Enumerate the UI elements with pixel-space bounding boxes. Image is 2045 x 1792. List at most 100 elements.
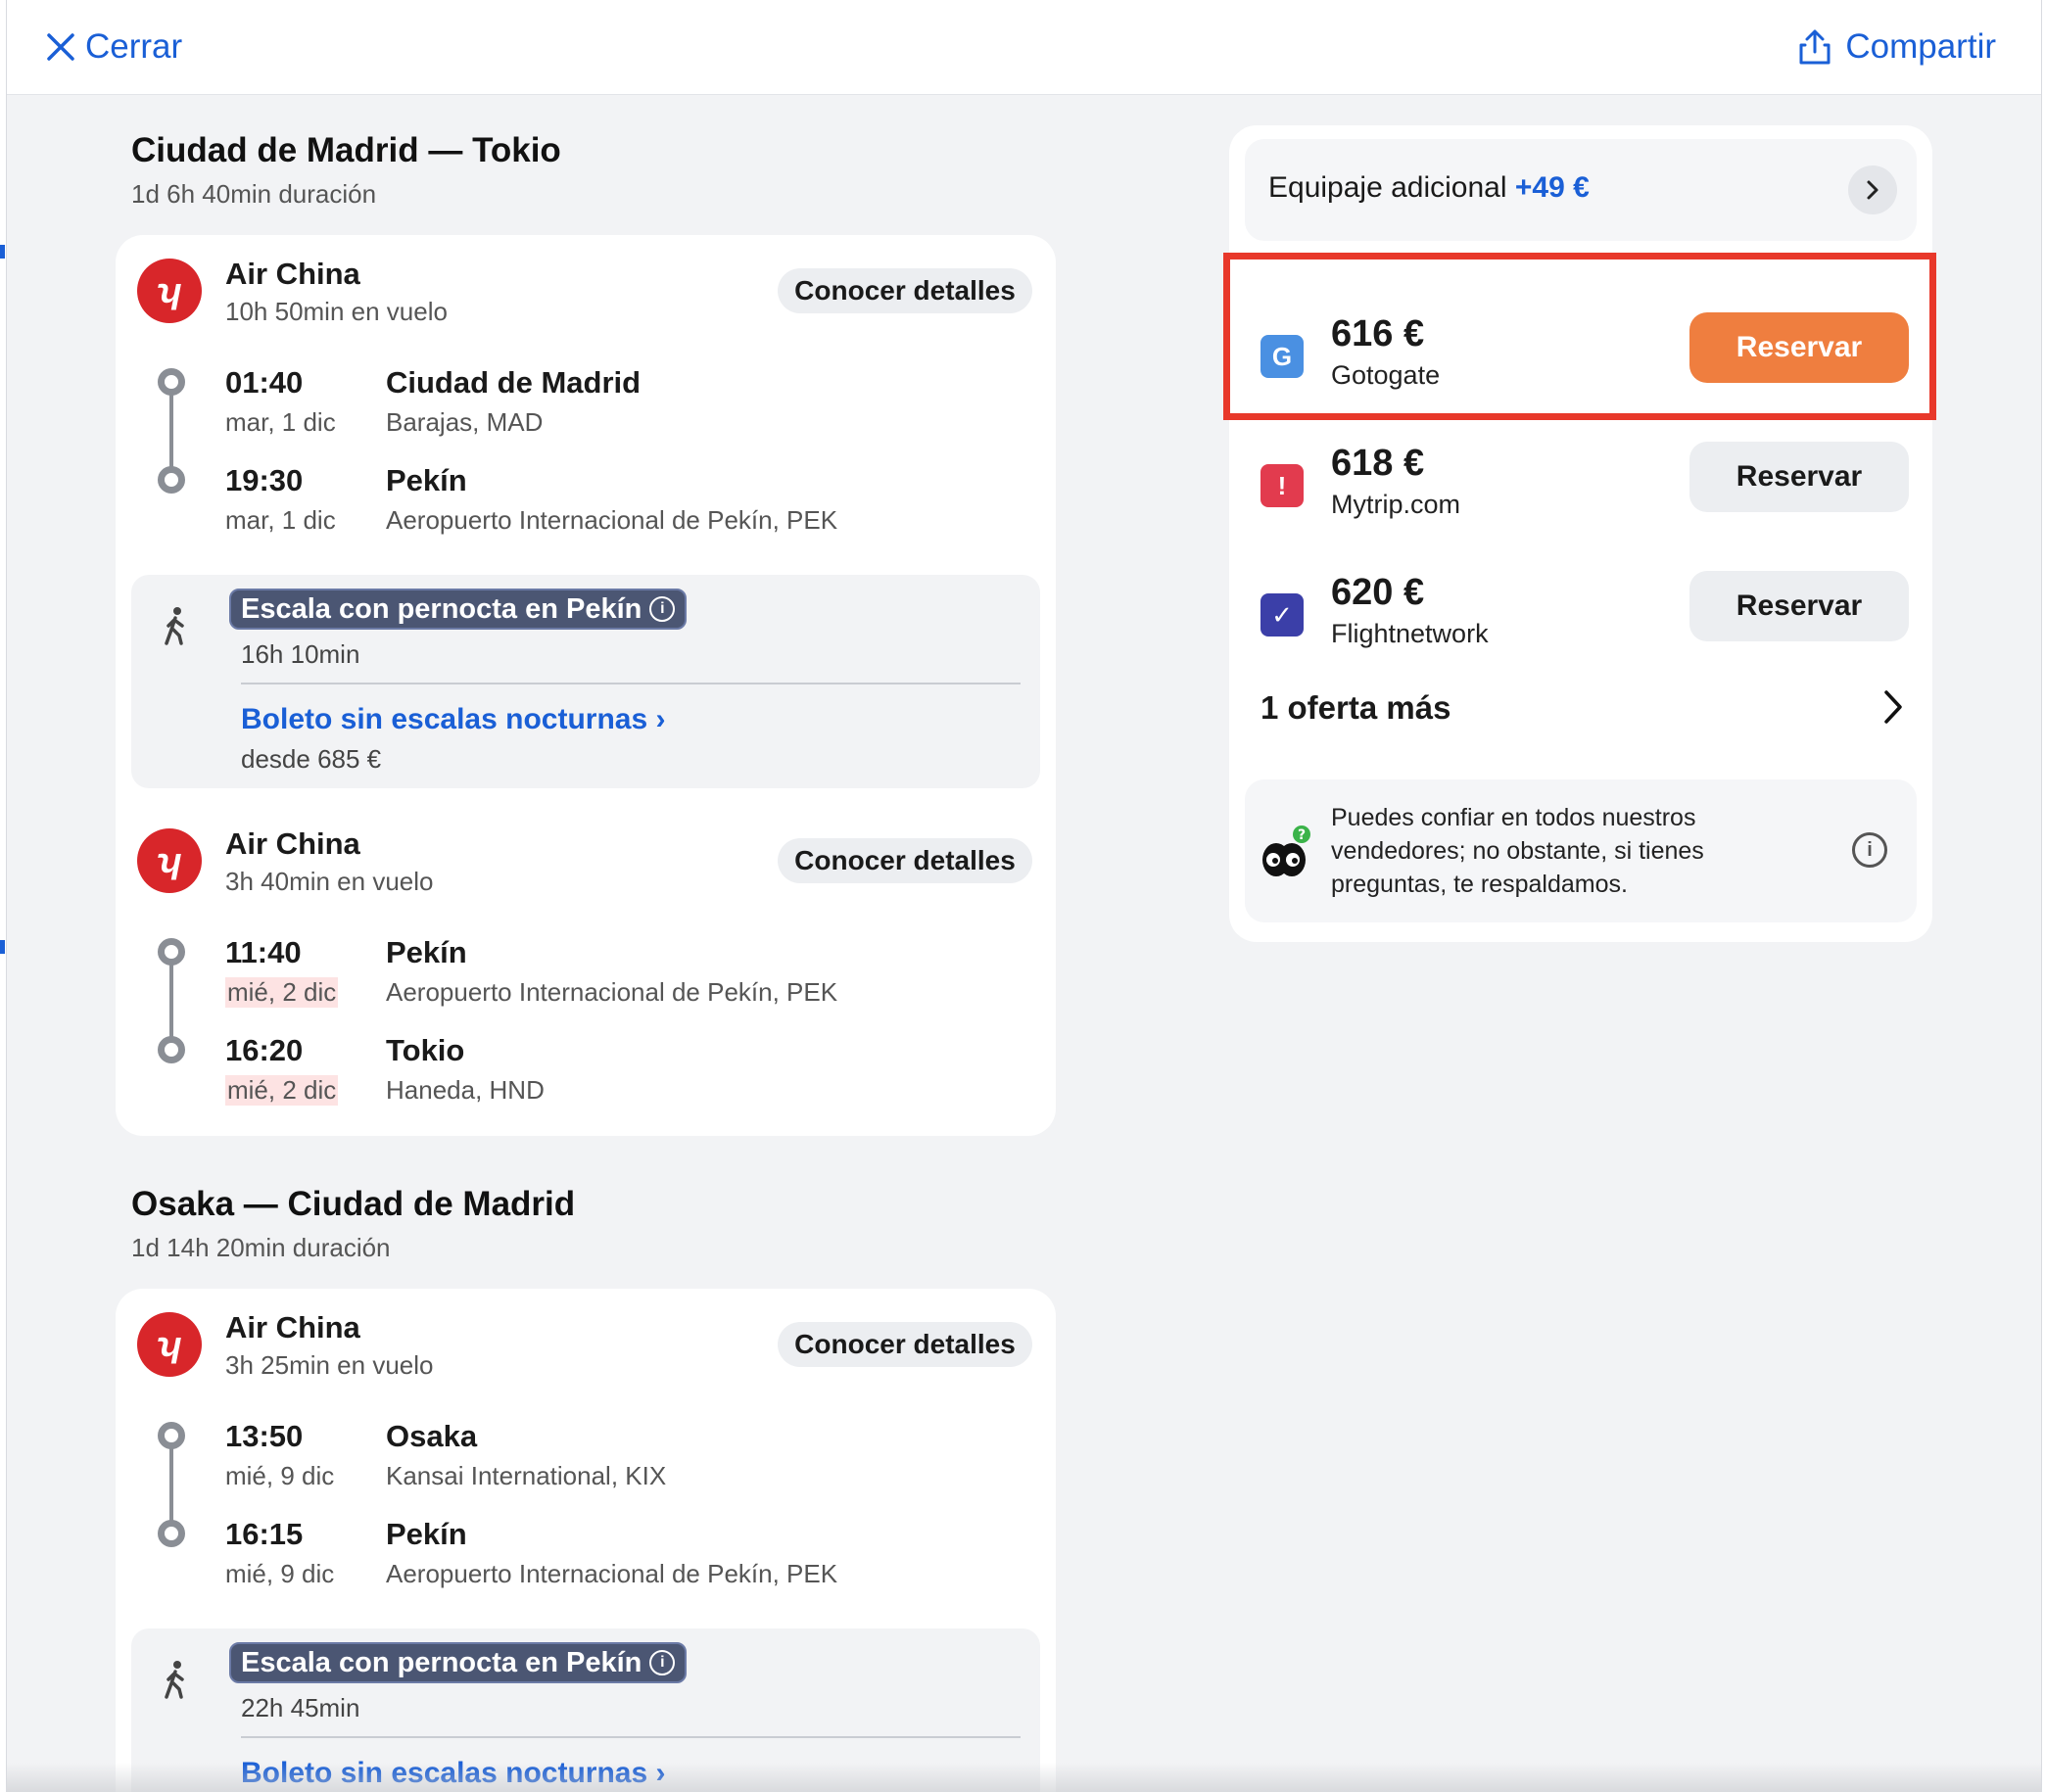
arrive-time: 19:30 — [225, 463, 304, 497]
overnight-layover-badge[interactable]: Escala con pernocta en Pekín i — [229, 589, 688, 630]
window-edge-right — [2041, 0, 2045, 1792]
share-button[interactable]: Compartir — [1798, 27, 1996, 67]
mytrip-logo-icon: ! — [1260, 464, 1304, 507]
depart-time: 01:40 — [225, 365, 304, 400]
divider — [241, 683, 1021, 684]
offer-row: ! 618 € Mytrip.com Reservar — [1229, 419, 1932, 537]
airline-name: Air China — [225, 257, 360, 291]
layover-duration: 22h 45min — [241, 1693, 360, 1722]
close-label: Cerrar — [85, 27, 183, 66]
arrive-city: Pekín — [386, 1517, 467, 1551]
edge-marker — [0, 245, 5, 259]
offer-vendor: Mytrip.com — [1331, 490, 1461, 519]
nonstop-ticket-link[interactable]: Boleto sin escalas nocturnas › — [241, 703, 665, 736]
close-button[interactable]: Cerrar — [46, 27, 182, 67]
layover-badge-label: Escala con pernocta en Pekín — [241, 1646, 642, 1678]
airline-name: Air China — [225, 826, 360, 861]
selected-offer-highlight — [1223, 253, 1936, 420]
arrive-time: 16:20 — [225, 1033, 304, 1067]
support-mascot-icon: ? — [1262, 825, 1310, 876]
flightnetwork-logo-icon: ✓ — [1260, 593, 1304, 637]
depart-airport: Barajas, MAD — [386, 407, 544, 437]
trust-notice: ? Puedes confiar en todos nuestros vende… — [1245, 779, 1917, 922]
details-button[interactable]: Conocer detalles — [778, 838, 1032, 883]
book-button[interactable]: Reservar — [1689, 571, 1909, 641]
baggage-text: Equipaje adicional +49 € — [1268, 171, 1590, 205]
top-bar: Cerrar Compartir — [7, 0, 2041, 95]
bottom-shadow — [7, 1763, 2041, 1792]
return-duration: 1d 14h 20min duración — [131, 1233, 391, 1262]
arrive-date: mar, 1 dic — [225, 505, 336, 535]
offer-price: 620 € — [1331, 572, 1425, 613]
depart-airport: Aeropuerto Internacional de Pekín, PEK — [386, 977, 838, 1007]
depart-date: mié, 9 dic — [225, 1461, 335, 1490]
timeline-line — [169, 382, 173, 480]
timeline-dot — [158, 1520, 185, 1547]
outbound-card: ʮ Air China 10h 50min en vuelo Conocer d… — [116, 235, 1056, 1136]
arrive-date: mié, 9 dic — [225, 1559, 335, 1588]
depart-date: mar, 1 dic — [225, 407, 336, 437]
nonstop-ticket-label: Boleto sin escalas nocturnas — [241, 703, 648, 735]
timeline-dot — [158, 466, 185, 494]
air-china-logo-icon: ʮ — [137, 259, 202, 323]
more-offers-label: 1 oferta más — [1260, 689, 1451, 726]
arrive-airport: Aeropuerto Internacional de Pekín, PEK — [386, 1559, 838, 1588]
baggage-amount: +49 € — [1514, 171, 1590, 204]
info-icon: i — [649, 596, 676, 622]
depart-city: Ciudad de Madrid — [386, 365, 642, 400]
timeline-line — [169, 952, 173, 1050]
flight-time: 10h 50min en vuelo — [225, 297, 448, 326]
svg-text:?: ? — [1298, 827, 1306, 843]
timeline-dot — [158, 1422, 185, 1449]
info-icon[interactable]: i — [1852, 832, 1887, 868]
airline-name: Air China — [225, 1310, 360, 1344]
divider — [241, 1736, 1021, 1738]
arrive-city: Pekín — [386, 463, 467, 497]
overnight-layover-badge[interactable]: Escala con pernocta en Pekín i — [229, 1642, 688, 1683]
return-card: ʮ Air China 3h 25min en vuelo Conocer de… — [116, 1289, 1056, 1792]
flight-time: 3h 40min en vuelo — [225, 867, 434, 896]
outbound-duration: 1d 6h 40min duración — [131, 179, 377, 209]
book-button[interactable]: Reservar — [1689, 442, 1909, 512]
air-china-logo-icon: ʮ — [137, 1312, 202, 1377]
timeline-dot — [158, 938, 185, 966]
trust-text: Puedes confiar en todos nuestros vendedo… — [1331, 804, 1704, 898]
walking-person-icon — [165, 1661, 184, 1699]
close-icon — [47, 33, 74, 61]
details-button[interactable]: Conocer detalles — [778, 1322, 1032, 1367]
outbound-title: Ciudad de Madrid — Tokio — [131, 131, 561, 169]
offer-price: 618 € — [1331, 443, 1425, 484]
more-offers-row[interactable]: 1 oferta más — [1260, 680, 1902, 738]
depart-airport: Kansai International, KIX — [386, 1461, 667, 1490]
return-title: Osaka — Ciudad de Madrid — [131, 1185, 576, 1223]
info-icon: i — [649, 1650, 676, 1675]
timeline-line — [169, 1436, 173, 1533]
booking-panel: Equipaje adicional +49 € G 616 € Gotogat… — [1229, 125, 1932, 942]
layover-duration: 16h 10min — [241, 639, 360, 669]
chevron-right-icon — [1884, 690, 1902, 724]
flight-time: 3h 25min en vuelo — [225, 1350, 434, 1380]
depart-time: 11:40 — [225, 935, 302, 969]
arrive-airport: Aeropuerto Internacional de Pekín, PEK — [386, 505, 838, 535]
layover-box: Escala con pernocta en Pekín i 16h 10min… — [131, 575, 1040, 788]
offer-vendor: Flightnetwork — [1331, 619, 1489, 648]
depart-city: Osaka — [386, 1419, 478, 1453]
arrive-date: mié, 2 dic — [225, 1075, 339, 1106]
baggage-label: Equipaje adicional — [1268, 171, 1507, 204]
walking-person-icon — [165, 607, 184, 645]
chevron-right-icon — [1848, 165, 1897, 214]
depart-city: Pekín — [386, 935, 467, 969]
edge-marker — [0, 940, 5, 954]
share-label: Compartir — [1845, 27, 1996, 66]
share-icon — [1799, 29, 1831, 65]
nonstop-price: desde 685 € — [241, 744, 382, 774]
depart-date: mié, 2 dic — [225, 977, 339, 1008]
timeline-dot — [158, 1036, 185, 1063]
extra-baggage-row[interactable]: Equipaje adicional +49 € — [1245, 139, 1917, 241]
offer-row: ✓ 620 € Flightnetwork Reservar — [1229, 548, 1932, 666]
air-china-logo-icon: ʮ — [137, 828, 202, 893]
arrive-city: Tokio — [386, 1033, 465, 1067]
layover-badge-label: Escala con pernocta en Pekín — [241, 592, 642, 625]
details-button[interactable]: Conocer detalles — [778, 268, 1032, 313]
chevron-right-icon: › — [655, 703, 666, 735]
